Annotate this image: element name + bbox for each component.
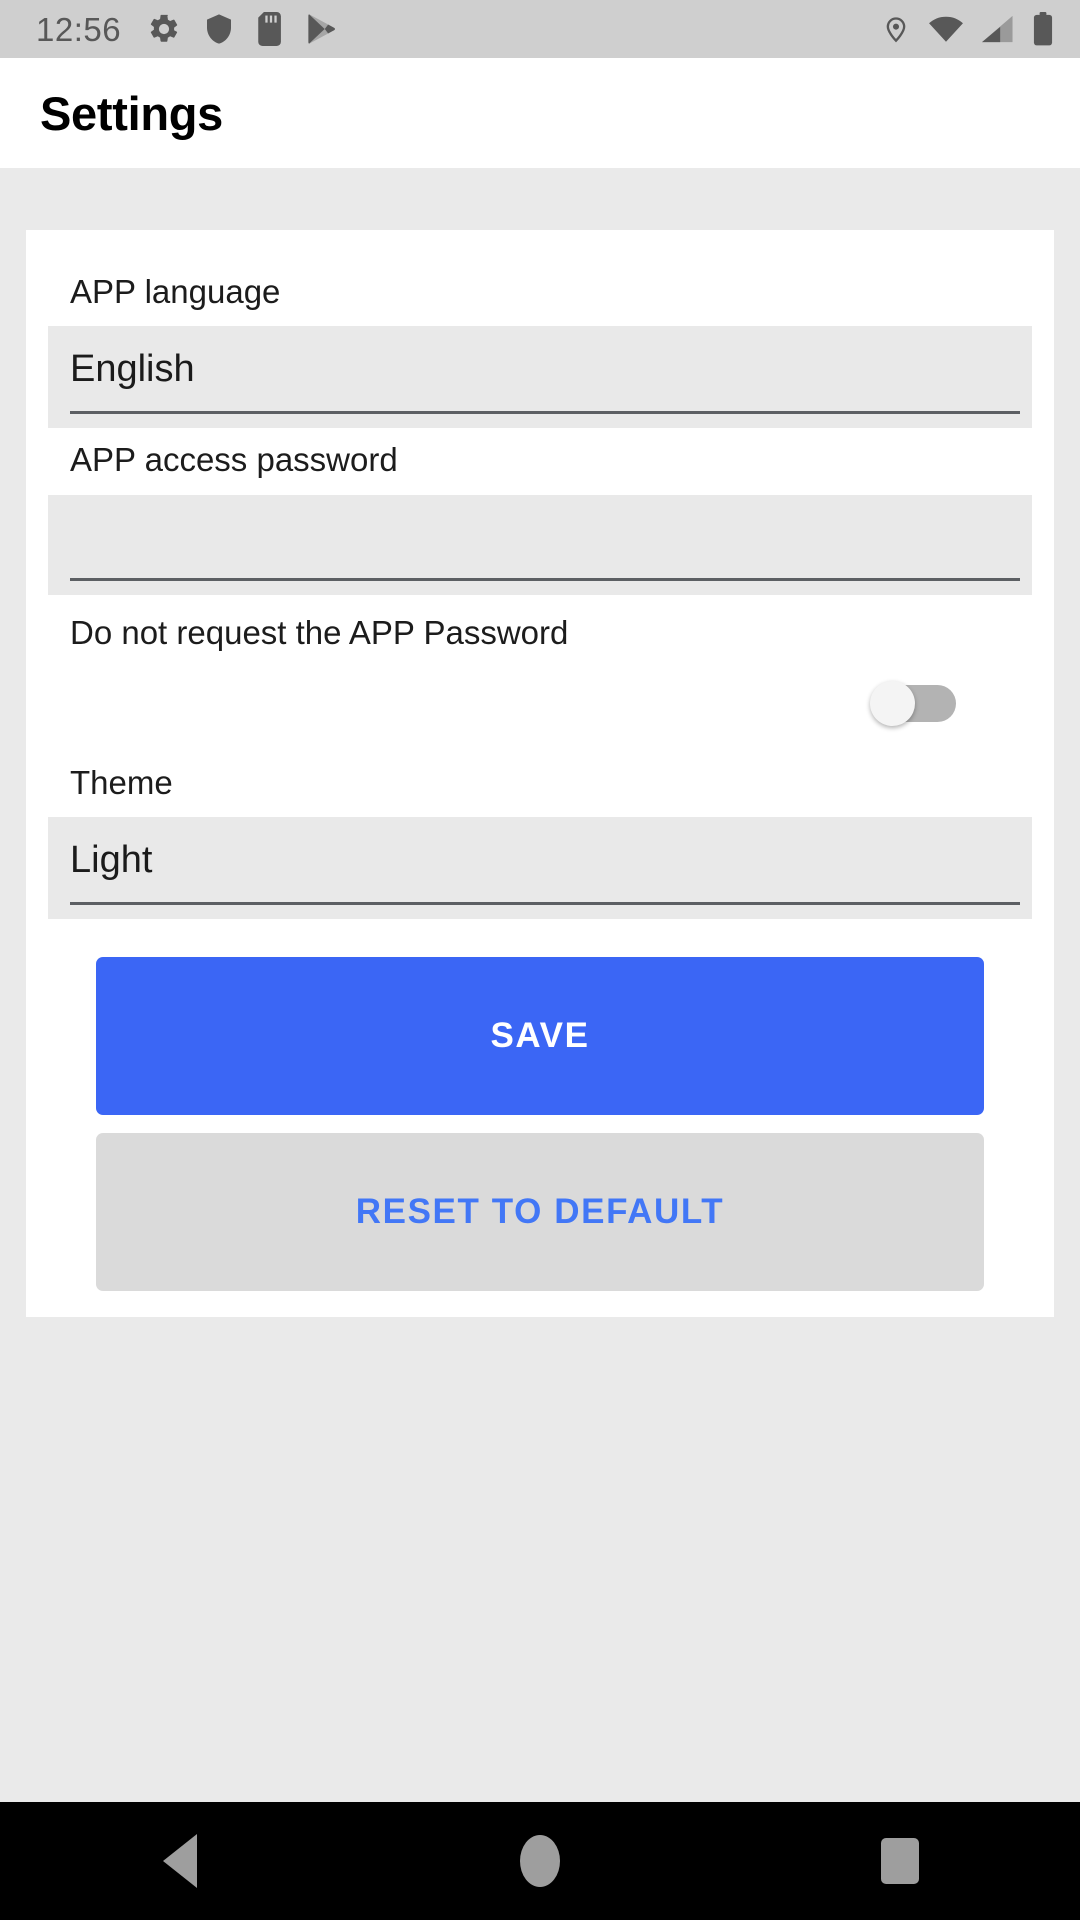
status-left-icons xyxy=(147,12,337,46)
language-select[interactable]: English xyxy=(48,326,1032,429)
recents-button[interactable] xyxy=(810,1802,990,1920)
page-body: APP language English APP access password xyxy=(0,168,1080,1802)
cellular-signal-icon xyxy=(982,14,1014,44)
app-bar: Settings xyxy=(0,58,1080,168)
language-label: APP language xyxy=(70,273,281,310)
password-label: APP access password xyxy=(70,441,398,479)
reset-to-default-button[interactable]: RESET TO DEFAULT xyxy=(96,1133,984,1292)
shield-icon xyxy=(203,12,235,46)
password-field-group: APP access password xyxy=(48,428,1032,595)
back-button[interactable] xyxy=(90,1802,270,1920)
language-value: English xyxy=(70,347,195,390)
password-input[interactable] xyxy=(48,494,1032,595)
theme-value: Light xyxy=(70,838,153,881)
back-triangle-icon xyxy=(163,1834,197,1888)
theme-label: Theme xyxy=(70,763,173,801)
settings-card: APP language English APP access password xyxy=(26,230,1054,1318)
status-clock: 12:56 xyxy=(36,10,122,48)
language-field-padding xyxy=(48,414,1032,428)
recents-square-icon xyxy=(881,1838,919,1884)
page-title: Settings xyxy=(40,86,224,140)
no-password-request-row: Do not request the APP Password xyxy=(48,594,1032,751)
battery-icon xyxy=(1032,12,1054,46)
sd-card-icon xyxy=(257,12,285,46)
status-right-icons xyxy=(882,12,1054,46)
password-field-padding xyxy=(48,581,1032,595)
android-nav-bar xyxy=(0,1802,1080,1920)
wifi-icon xyxy=(928,14,964,44)
theme-field-padding xyxy=(48,905,1032,919)
no-password-request-toggle[interactable] xyxy=(870,680,956,726)
theme-select[interactable]: Light xyxy=(48,817,1032,920)
toggle-thumb xyxy=(870,680,915,726)
no-password-request-label: Do not request the APP Password xyxy=(70,613,569,651)
no-password-request-toggle-wrap xyxy=(70,680,1010,745)
play-store-icon xyxy=(307,12,337,46)
location-pin-icon xyxy=(882,12,910,46)
language-field-group: APP language English xyxy=(48,260,1032,429)
phone-screen: 12:56 Settings APP language English APP … xyxy=(0,0,1080,1920)
gear-icon xyxy=(147,12,181,46)
theme-field-group: Theme Light xyxy=(48,751,1032,920)
home-circle-icon xyxy=(520,1835,560,1887)
home-button[interactable] xyxy=(450,1802,630,1920)
action-buttons: SAVE RESET TO DEFAULT xyxy=(48,919,1032,1292)
status-bar: 12:56 xyxy=(0,0,1080,58)
save-button[interactable]: SAVE xyxy=(96,957,984,1116)
